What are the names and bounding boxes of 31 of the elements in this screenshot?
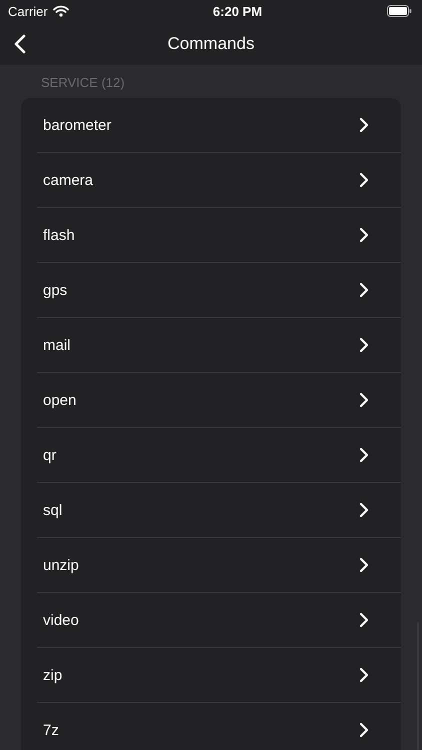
chevron-icon xyxy=(359,227,369,243)
battery-icon xyxy=(386,5,412,17)
chevron-icon xyxy=(359,117,369,133)
chevron-icon xyxy=(359,612,369,628)
command-row[interactable]: mail xyxy=(37,318,401,373)
command-row[interactable]: qr xyxy=(37,428,401,483)
command-row[interactable]: gps xyxy=(37,263,401,318)
chevron-icon xyxy=(359,557,369,573)
chevron-icon xyxy=(359,337,369,353)
chevron-icon xyxy=(359,722,369,738)
nav-title: Commands xyxy=(168,34,254,54)
chevron-icon xyxy=(359,172,369,188)
section-header: SERVICE (12) xyxy=(40,75,126,92)
command-row[interactable]: open xyxy=(37,373,401,428)
chevron-icon xyxy=(359,282,369,298)
command-row[interactable]: zip xyxy=(37,648,401,703)
chevron-icon xyxy=(359,392,369,408)
command-row[interactable]: unzip xyxy=(37,538,401,593)
chevron-icon xyxy=(359,447,369,463)
status-time: 6:20 PM xyxy=(212,4,262,18)
chevron-icon xyxy=(359,502,369,518)
carrier-label: Carrier xyxy=(8,4,48,18)
command-row[interactable]: barometer xyxy=(37,98,401,153)
command-row[interactable]: flash xyxy=(37,208,401,263)
back-icon[interactable] xyxy=(14,34,26,54)
command-row[interactable]: video xyxy=(37,593,401,648)
chevron-icon xyxy=(359,667,369,683)
command-row[interactable]: sql xyxy=(37,483,401,538)
wifi-icon xyxy=(52,5,69,17)
command-row[interactable]: camera xyxy=(37,153,401,208)
command-row[interactable]: 7z xyxy=(37,703,401,750)
